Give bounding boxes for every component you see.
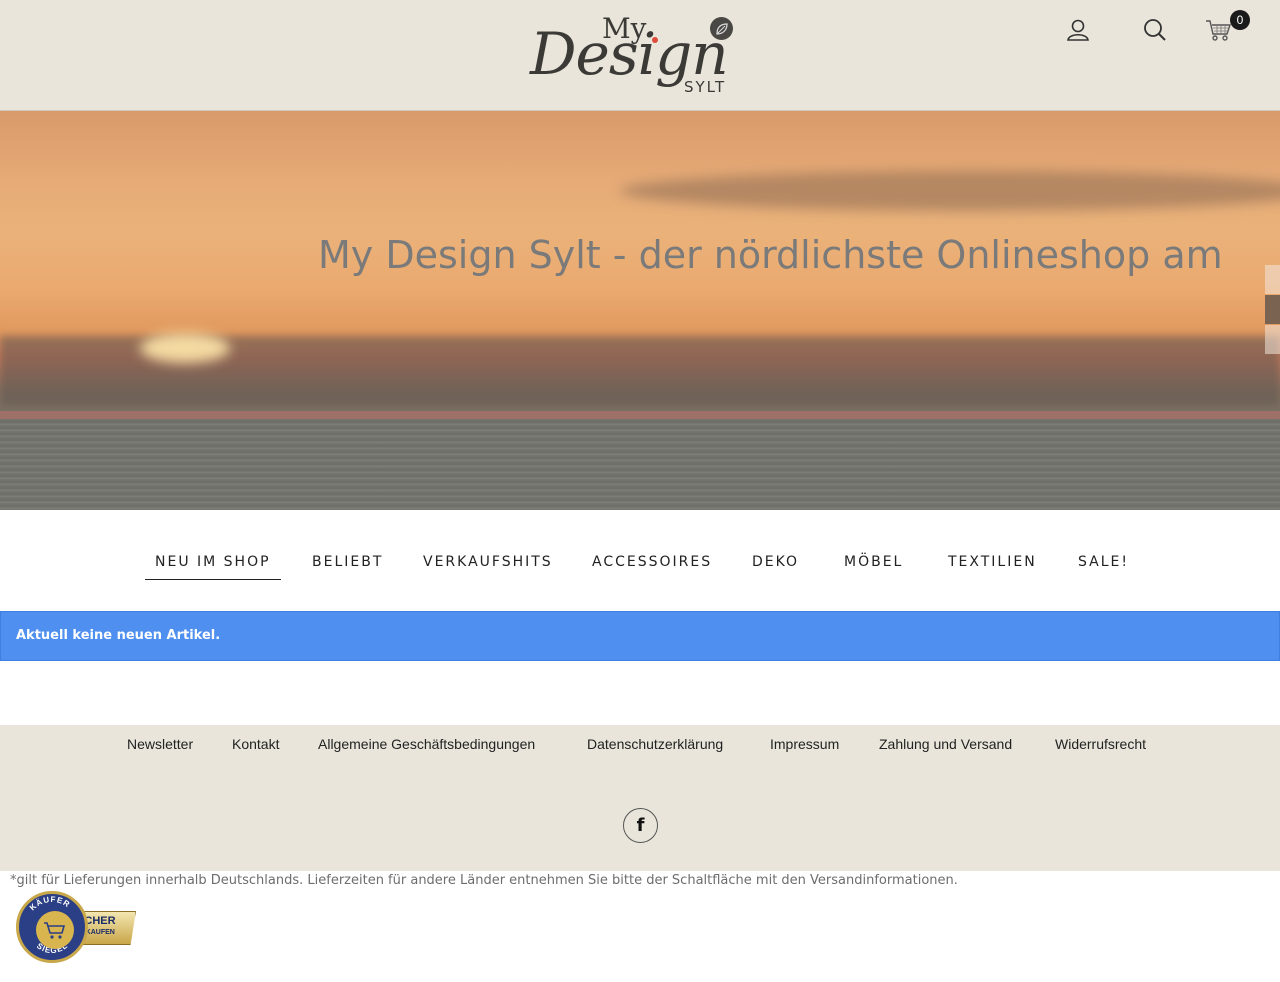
tab-neu-im-shop[interactable]: NEU IM SHOP bbox=[145, 554, 281, 580]
seal-ring: KÄUFER SIEGEL bbox=[16, 891, 88, 963]
logo-dot bbox=[652, 37, 658, 43]
logo-sylt-text: SYLT bbox=[684, 78, 727, 96]
user-icon[interactable] bbox=[1065, 17, 1091, 43]
slider-pagination bbox=[1265, 265, 1280, 355]
category-tabs: NEU IM SHOP BELIEBT VERKAUFSHITS ACCESSO… bbox=[0, 510, 1280, 610]
info-alert: Aktuell keine neuen Artikel. bbox=[0, 611, 1280, 661]
cart-count-badge: 0 bbox=[1230, 10, 1250, 30]
tab-accessoires[interactable]: ACCESSOIRES bbox=[592, 554, 712, 580]
tab-beliebt[interactable]: BELIEBT bbox=[312, 554, 383, 580]
hero-sun bbox=[140, 333, 230, 363]
hero-headline: My Design Sylt - der nördlichste Onlines… bbox=[318, 233, 1223, 277]
footer-link-zahlung-versand[interactable]: Zahlung und Versand bbox=[879, 736, 1012, 752]
tab-moebel[interactable]: MÖBEL bbox=[844, 554, 903, 580]
slider-dot[interactable] bbox=[1265, 265, 1280, 294]
tab-verkaufshits[interactable]: VERKAUFSHITS bbox=[423, 554, 553, 580]
slider-dot[interactable] bbox=[1265, 325, 1280, 354]
hero-sea bbox=[0, 419, 1280, 510]
logo[interactable]: Design My SYLT bbox=[528, 10, 738, 102]
tab-sale[interactable]: SALE! bbox=[1078, 554, 1129, 580]
site-footer: Newsletter Kontakt Allgemeine Geschäftsb… bbox=[0, 725, 1280, 871]
site-header: Design My SYLT 0 bbox=[0, 0, 1280, 111]
kaeufersiegel-badge[interactable]: SICHER EINKAUFEN KÄUFER SIEGEL bbox=[16, 891, 136, 965]
hero-banner: My Design Sylt - der nördlichste Onlines… bbox=[0, 111, 1280, 510]
logo-my-text: My bbox=[602, 12, 647, 45]
seal-cart-icon bbox=[36, 911, 74, 949]
footer-link-newsletter[interactable]: Newsletter bbox=[127, 736, 193, 752]
footer-link-agb[interactable]: Allgemeine Geschäftsbedingungen bbox=[318, 736, 535, 752]
leaf-icon bbox=[710, 17, 733, 40]
slider-dot-active[interactable] bbox=[1265, 295, 1280, 324]
facebook-icon[interactable]: f bbox=[623, 808, 658, 843]
cart-icon[interactable] bbox=[1205, 17, 1231, 43]
footer-link-datenschutz[interactable]: Datenschutzerklärung bbox=[587, 736, 723, 752]
tab-textilien[interactable]: TEXTILIEN bbox=[948, 554, 1037, 580]
footer-link-widerrufsrecht[interactable]: Widerrufsrecht bbox=[1055, 736, 1146, 752]
footer-link-impressum[interactable]: Impressum bbox=[770, 736, 839, 752]
tab-deko[interactable]: DEKO bbox=[752, 554, 799, 580]
footer-link-kontakt[interactable]: Kontakt bbox=[232, 736, 279, 752]
shipping-note: *gilt für Lieferungen innerhalb Deutschl… bbox=[10, 873, 958, 888]
hero-cloud bbox=[620, 171, 1280, 211]
search-icon[interactable] bbox=[1142, 17, 1168, 43]
svg-text:KÄUFER: KÄUFER bbox=[28, 895, 72, 912]
hero-horizon bbox=[0, 411, 1280, 419]
